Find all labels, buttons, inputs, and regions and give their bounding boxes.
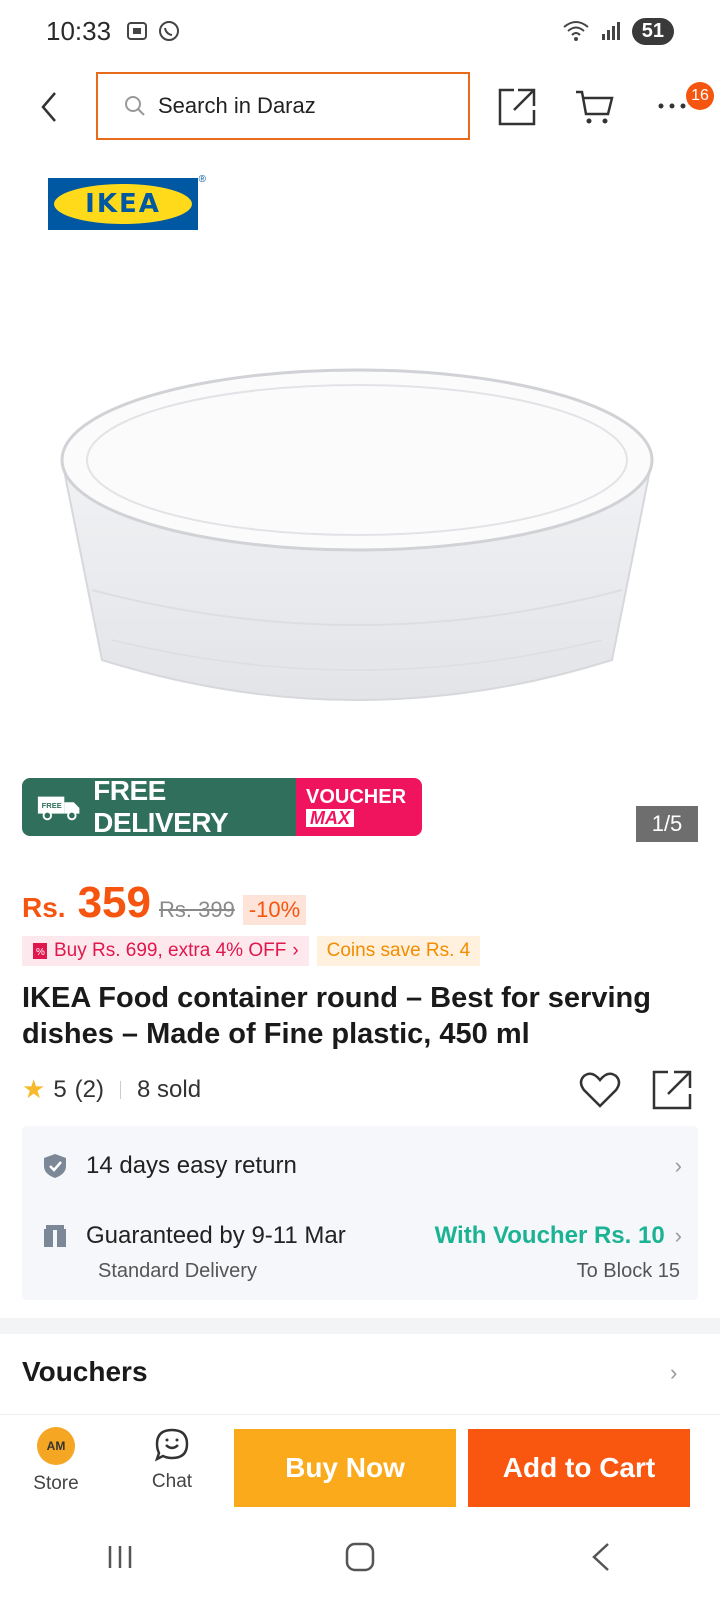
notification-badge: 16: [686, 82, 714, 110]
delivery-destination: To Block 15: [576, 1260, 680, 1282]
battery-icon: 51: [631, 17, 674, 45]
vouchers-title[interactable]: Vouchers: [22, 1356, 148, 1388]
recent-apps-button[interactable]: [90, 1537, 150, 1577]
product-image: [60, 368, 654, 701]
star-icon: ★: [22, 1074, 46, 1104]
search-placeholder: Search in Daraz: [158, 93, 316, 118]
store-label: Store: [33, 1473, 79, 1494]
share-product-button[interactable]: [650, 1068, 694, 1112]
chevron-right-icon: ›: [674, 1223, 682, 1248]
promo-tags: % Buy Rs. 699, extra 4% OFF › Coins save…: [22, 936, 481, 966]
voucher-max-label: MAX: [306, 809, 354, 827]
delivery-type: Standard Delivery: [98, 1260, 257, 1282]
chat-button[interactable]: Chat: [144, 1427, 200, 1507]
status-bar: 10:33 51: [0, 0, 720, 62]
status-icons-left: [125, 19, 181, 43]
chevron-right-icon: ›: [674, 1153, 682, 1178]
home-button[interactable]: [330, 1537, 390, 1577]
brand-logo-text: IKEA: [54, 184, 192, 224]
share-icon: [498, 88, 536, 126]
service-card: 14 days easy return › Guaranteed by 9-11…: [22, 1126, 698, 1300]
brand-logo: IKEA ®: [48, 174, 206, 230]
rating-count: (2): [74, 1075, 105, 1103]
product-title: IKEA Food container round – Best for ser…: [22, 982, 651, 1050]
divider: [120, 1080, 122, 1099]
action-bar: AM Store Chat Buy Now Add to Cart: [0, 1414, 720, 1514]
truck-icon: FREE: [37, 796, 80, 821]
share-button[interactable]: [496, 86, 538, 128]
recent-apps-icon: [108, 1546, 132, 1568]
delivery-voucher-label: With Voucher Rs. 10: [434, 1222, 665, 1249]
section-divider: [0, 1318, 720, 1334]
buy-now-button[interactable]: Buy Now: [234, 1429, 456, 1507]
rating-score: 5: [53, 1075, 67, 1103]
svg-text:%: %: [36, 947, 45, 958]
chevron-right-icon[interactable]: ›: [670, 1360, 677, 1386]
cart-icon: [576, 90, 614, 124]
signal-icon: [601, 22, 620, 40]
sold-count: 8 sold: [137, 1075, 202, 1103]
price-currency: Rs.: [22, 892, 66, 923]
system-nav-bar: [0, 1514, 720, 1600]
delivery-row[interactable]: Guaranteed by 9-11 Mar With Voucher Rs. …: [42, 1216, 682, 1256]
shield-check-icon: [44, 1154, 66, 1178]
system-back-button[interactable]: [570, 1537, 630, 1577]
original-price: Rs. 399: [159, 897, 235, 922]
back-icon: [592, 1543, 609, 1571]
product-gallery[interactable]: IKEA ®: [0, 160, 720, 850]
cart-button[interactable]: [574, 86, 616, 128]
more-icon: [658, 103, 686, 109]
chat-icon: [154, 1428, 189, 1462]
top-nav: Search in Daraz: [0, 72, 720, 142]
search-input[interactable]: Search in Daraz: [96, 72, 470, 140]
home-icon: [345, 1542, 375, 1572]
chevron-right-icon: ›: [292, 940, 299, 961]
voucher-max-badge: VOUCHER MAX: [296, 778, 422, 836]
store-logo: AM: [37, 1427, 75, 1465]
store-button[interactable]: AM Store: [28, 1427, 84, 1507]
wishlist-button[interactable]: [578, 1068, 622, 1112]
screenshot-icon: [127, 22, 148, 40]
status-time: 10:33: [46, 15, 112, 46]
add-to-cart-button[interactable]: Add to Cart: [468, 1429, 690, 1507]
free-delivery-label: FREE DELIVERY: [93, 778, 229, 836]
price-value: 359: [77, 878, 151, 927]
delivery-label: Guaranteed by 9-11 Mar: [86, 1222, 346, 1249]
return-policy-label: 14 days easy return: [86, 1152, 297, 1179]
discount-badge: -10%: [242, 895, 307, 925]
page-indicator: 1/5: [636, 806, 698, 842]
chat-label: Chat: [151, 1471, 193, 1492]
svg-text:FREE: FREE: [42, 801, 62, 810]
rating-row[interactable]: ★ 5 (2) 8 sold: [22, 1074, 201, 1105]
chevron-left-icon: [41, 92, 56, 122]
bundle-discount-tag[interactable]: % Buy Rs. 699, extra 4% OFF ›: [22, 936, 309, 966]
coins-tag[interactable]: Coins save Rs. 4: [316, 936, 481, 966]
search-icon: [125, 96, 145, 116]
return-policy-row[interactable]: 14 days easy return ›: [42, 1146, 682, 1186]
coupon-icon: %: [33, 943, 47, 959]
package-icon: [44, 1225, 66, 1247]
price-row: Rs. 359 Rs. 399 -10%: [22, 878, 307, 928]
voucher-label: VOUCHER: [306, 786, 407, 808]
back-button[interactable]: [32, 90, 66, 124]
bundle-discount-label: Buy Rs. 699, extra 4% OFF: [54, 940, 287, 961]
heart-icon: [579, 1072, 621, 1108]
whatsapp-icon: [159, 21, 180, 41]
promo-banner[interactable]: FREE FREE DELIVERY VOUCHER MAX: [22, 778, 422, 836]
wifi-icon: [563, 21, 589, 41]
status-icons-right: 51: [562, 17, 674, 45]
free-delivery-badge: FREE FREE DELIVERY: [22, 778, 296, 836]
share-icon: [652, 1070, 692, 1110]
